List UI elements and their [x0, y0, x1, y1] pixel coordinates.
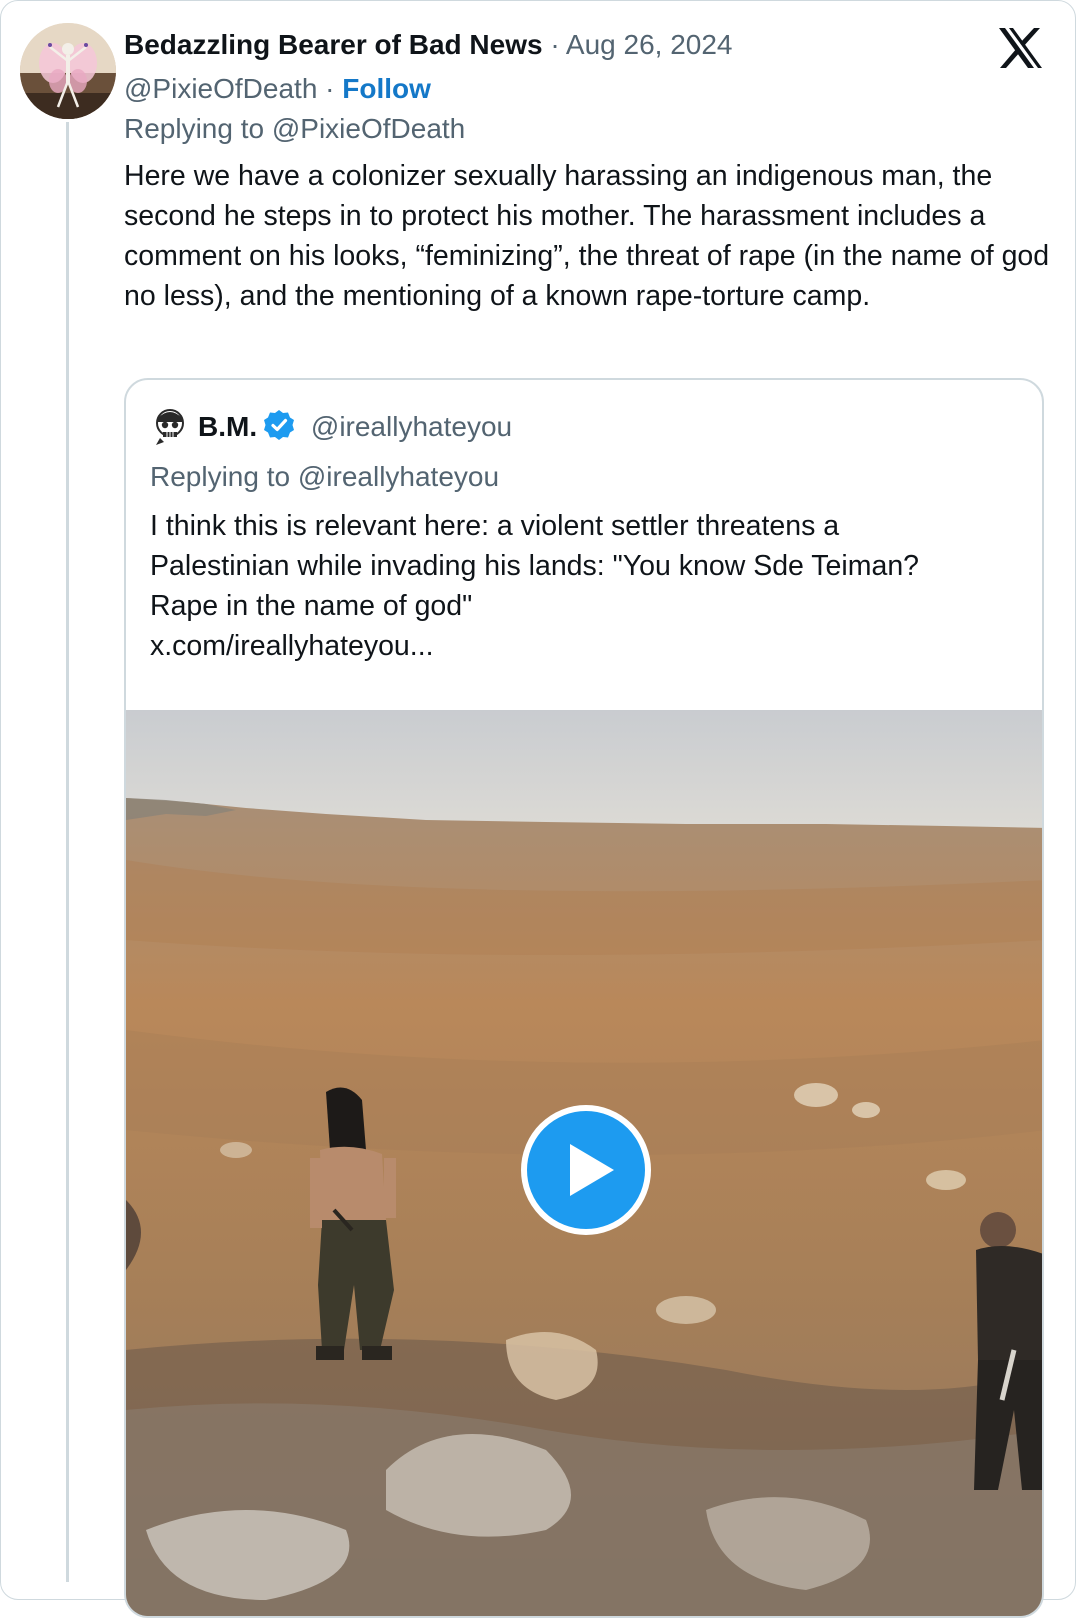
tweet-date[interactable]: Aug 26, 2024 — [566, 29, 733, 60]
author-avatar[interactable] — [20, 23, 116, 119]
follow-button[interactable]: Follow — [342, 73, 431, 104]
quoted-text-line: I think this is relevant here: a violent… — [150, 510, 840, 542]
author-handle[interactable]: @PixieOfDeath — [124, 73, 317, 104]
verified-badge-icon — [263, 409, 295, 441]
x-logo-icon[interactable] — [996, 26, 1044, 70]
handle-separator: · — [325, 73, 335, 104]
header-separator: · — [550, 29, 560, 60]
quoted-author-name[interactable]: B.M. — [198, 411, 257, 442]
quoted-text-line: Palestinian while invading his lands: "Y… — [150, 550, 920, 582]
handle-row: @PixieOfDeath · Follow — [124, 70, 431, 108]
play-button[interactable] — [520, 1104, 652, 1236]
quoted-text: I think this is relevant here: a violent… — [150, 506, 1010, 666]
quoted-author-handle[interactable]: @ireallyhateyou — [311, 411, 512, 442]
quoted-replying-to[interactable]: Replying to @ireallyhateyou — [150, 458, 499, 496]
quoted-tweet[interactable]: B.M. @ireallyhateyou Replying to @ireall… — [124, 378, 1044, 1618]
video-thumbnail[interactable] — [126, 710, 1042, 1616]
author-name[interactable]: Bedazzling Bearer of Bad News — [124, 29, 543, 60]
quoted-link[interactable]: x.com/ireallyhateyou... — [150, 626, 1010, 666]
quoted-text-line: Rape in the name of god" — [150, 590, 473, 622]
thread-line — [66, 122, 69, 1582]
quoted-author-avatar[interactable] — [150, 406, 190, 446]
replying-to[interactable]: Replying to @PixieOfDeath — [124, 110, 465, 148]
quoted-header: B.M. @ireallyhateyou — [198, 408, 512, 446]
tweet-text: Here we have a colonizer sexually harass… — [124, 160, 1050, 312]
tweet-header: Bedazzling Bearer of Bad News · Aug 26, … — [124, 26, 733, 64]
play-icon — [521, 1105, 651, 1235]
